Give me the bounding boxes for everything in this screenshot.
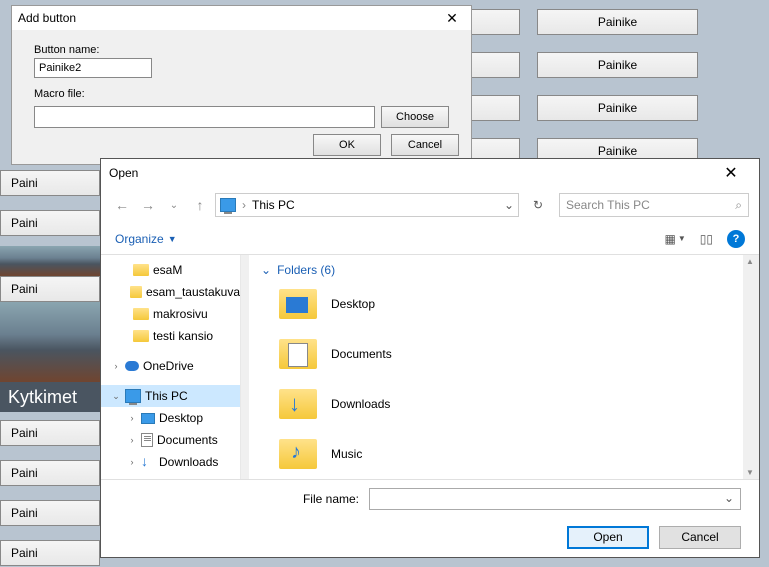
open-button[interactable]: Open [567, 526, 649, 549]
bg-left-button[interactable]: Paini [0, 460, 100, 486]
folder-item[interactable]: Desktop [261, 289, 747, 319]
folder-icon [133, 330, 149, 342]
folder-item[interactable]: Downloads [261, 389, 747, 419]
desktop-folder-icon [279, 289, 317, 319]
tree-item[interactable]: esam_taustakuva [101, 281, 240, 303]
macro-file-input[interactable] [34, 106, 375, 128]
preview-pane-icon[interactable]: ▯▯ [700, 232, 713, 246]
refresh-icon[interactable]: ↻ [527, 194, 549, 216]
pc-icon [220, 198, 236, 212]
button-name-label: Button name: [34, 44, 449, 56]
nav-back-icon[interactable]: ← [111, 194, 133, 216]
tree-item[interactable]: makrosivu [101, 303, 240, 325]
file-name-input[interactable] [369, 488, 741, 510]
tree-item-downloads[interactable]: ›Downloads [101, 451, 240, 473]
tree-item[interactable]: testi kansio [101, 325, 240, 347]
nav-tree: esaM esam_taustakuva makrosivu testi kan… [101, 255, 241, 479]
bg-left-button[interactable]: Paini [0, 540, 100, 566]
bg-photo [0, 302, 100, 382]
folder-item[interactable]: Music [261, 439, 747, 469]
download-icon [141, 455, 155, 469]
desktop-icon [141, 413, 155, 424]
add-button-dialog: Add button ✕ Button name: Macro file: Ch… [11, 5, 472, 165]
section-heading: Kytkimet [0, 382, 100, 412]
address-location: This PC [252, 198, 295, 212]
tree-item-onedrive[interactable]: ›OneDrive [101, 355, 240, 377]
nav-forward-icon[interactable]: → [137, 194, 159, 216]
bg-left-button[interactable]: Paini [0, 210, 100, 236]
search-placeholder: Search This PC [566, 198, 650, 212]
music-folder-icon [279, 439, 317, 469]
folder-content: ⌄Folders (6) Desktop Documents Downloads… [249, 255, 759, 479]
nav-up-icon[interactable]: ↑ [189, 194, 211, 216]
onedrive-icon [125, 361, 139, 371]
downloads-folder-icon [279, 389, 317, 419]
close-icon[interactable]: ✕ [439, 8, 465, 28]
folder-item[interactable]: Documents [261, 339, 747, 369]
add-dialog-title: Add button [18, 11, 76, 25]
bg-button[interactable]: Painike [537, 9, 698, 35]
macro-file-label: Macro file: [34, 88, 449, 100]
address-bar[interactable]: › This PC ⌄ [215, 193, 519, 217]
tree-item-documents[interactable]: ›Documents [101, 429, 240, 451]
open-dialog-title: Open [109, 166, 138, 180]
search-input[interactable]: Search This PC ⌕ [559, 193, 749, 217]
bg-button[interactable]: Painike [537, 95, 698, 121]
bg-left-button[interactable]: Paini [0, 420, 100, 446]
view-options-icon[interactable]: ▦ ▼ [665, 232, 686, 246]
splitter[interactable] [241, 255, 249, 479]
cancel-button[interactable]: Cancel [659, 526, 741, 549]
tree-item[interactable]: esaM [101, 259, 240, 281]
folder-icon [133, 264, 149, 276]
tree-item-thispc[interactable]: ⌄This PC [101, 385, 240, 407]
open-file-dialog: Open ✕ ← → ⌄ ↑ › This PC ⌄ ↻ Search This… [100, 158, 760, 558]
bg-button[interactable]: Painike [537, 52, 698, 78]
search-icon: ⌕ [735, 198, 742, 213]
folders-section-header[interactable]: ⌄Folders (6) [261, 263, 747, 277]
bg-left-button[interactable]: Paini [0, 500, 100, 526]
close-icon[interactable]: ✕ [711, 160, 751, 186]
bg-left-button[interactable]: Paini [0, 170, 100, 196]
folder-icon [133, 308, 149, 320]
tree-item-desktop[interactable]: ›Desktop [101, 407, 240, 429]
pc-icon [125, 389, 141, 403]
bg-left-button[interactable]: Paini [0, 276, 100, 302]
ok-button[interactable]: OK [313, 134, 381, 156]
folder-icon [130, 286, 142, 298]
help-icon[interactable]: ? [727, 230, 745, 248]
organize-menu[interactable]: Organize▼ [115, 232, 177, 246]
documents-folder-icon [279, 339, 317, 369]
file-name-label: File name: [119, 492, 359, 506]
scrollbar[interactable] [743, 255, 759, 479]
choose-button[interactable]: Choose [381, 106, 449, 128]
bg-photo [0, 246, 100, 276]
cancel-button[interactable]: Cancel [391, 134, 459, 156]
nav-recent-icon[interactable]: ⌄ [163, 194, 185, 216]
button-name-input[interactable] [34, 58, 152, 78]
document-icon [141, 433, 153, 447]
